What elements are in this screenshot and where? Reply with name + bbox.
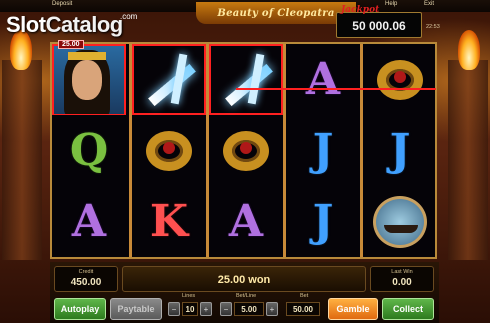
symbol-j: J — [312, 125, 334, 176]
credit-display: Credit 450.00 — [54, 266, 118, 292]
watermark-catalog: Catalog — [45, 12, 124, 37]
scarab-ring-icon — [377, 59, 423, 100]
paytable-button[interactable]: Paytable — [110, 298, 162, 320]
right-pillar — [448, 60, 488, 260]
cleopatra-icon — [54, 45, 124, 114]
reel-2: K — [129, 44, 206, 257]
watermark-slot: Slot — [6, 12, 46, 37]
symbol-q: Q — [69, 125, 109, 176]
lightning-wild-icon — [139, 50, 199, 110]
reel-cell — [363, 44, 437, 115]
jackpot-display: Jackpot 50 000.06 — [336, 5, 422, 38]
clock: 22:53 — [426, 24, 440, 30]
reel-cell: K — [132, 186, 206, 257]
lines-decrease-button[interactable]: − — [168, 302, 180, 316]
symbol-k: K — [149, 196, 189, 247]
deposit-link[interactable]: Deposit — [52, 1, 72, 7]
collect-button[interactable]: Collect — [382, 298, 434, 320]
reel-cell: J — [286, 115, 360, 186]
reel-cell: A — [286, 44, 360, 115]
line-win-chip: 25.00 — [58, 40, 84, 49]
game-title: Beauty of Cleopatra — [217, 8, 335, 19]
jackpot-value: 50 000.06 — [352, 19, 406, 33]
bet-per-line-increase-button[interactable]: + — [266, 302, 278, 316]
lines-value: 10 — [182, 302, 198, 316]
reel-cell — [52, 44, 126, 115]
reel-cell — [132, 44, 206, 115]
win-line — [236, 88, 436, 90]
reel-cell — [363, 186, 437, 257]
symbol-j: J — [312, 196, 334, 247]
reel-1: Q A — [52, 44, 126, 257]
symbol-a: A — [228, 196, 264, 247]
scarab-ring-icon — [146, 130, 192, 171]
watermark-com: .com — [120, 12, 138, 21]
lightning-wild-icon — [216, 50, 276, 110]
ship-icon — [373, 195, 427, 248]
bet-per-line-label: Bet/Line — [236, 293, 257, 299]
gamble-button[interactable]: Gamble — [328, 298, 378, 320]
last-win-label: Last Win — [391, 269, 413, 275]
help-link[interactable]: Help — [385, 1, 397, 7]
reel-cell: Q — [52, 115, 126, 186]
reel-cell — [209, 44, 283, 115]
message-display: 25.00 won — [122, 266, 366, 292]
jackpot-label: Jackpot — [341, 5, 380, 15]
last-win-value: 0.00 — [392, 277, 412, 288]
torch-icon — [458, 30, 480, 70]
reel-area: Q A K A A J J J — [50, 42, 437, 259]
win-message: 25.00 won — [217, 274, 271, 286]
reel-cell — [209, 115, 283, 186]
credit-value: 450.00 — [70, 277, 102, 288]
control-panel: Credit 450.00 25.00 won Last Win 0.00 Au… — [50, 262, 439, 323]
watermark: SlotCatalog — [6, 12, 123, 38]
left-pillar — [2, 60, 42, 260]
reel-cell: J — [363, 115, 437, 186]
reel-cell — [132, 115, 206, 186]
bet-value: 50.00 — [286, 302, 320, 316]
scarab-ring-icon — [223, 130, 269, 171]
lines-label: Lines — [182, 293, 196, 299]
game-logo: Beauty of Cleopatra — [196, 2, 356, 24]
symbol-a: A — [305, 54, 341, 105]
reel-3: A — [206, 44, 283, 257]
credit-label: Credit — [78, 269, 94, 275]
reel-cell: A — [209, 186, 283, 257]
reel-cell: A — [52, 186, 126, 257]
bet-label: Bet — [300, 293, 309, 299]
bet-per-line-decrease-button[interactable]: − — [220, 302, 232, 316]
symbol-j: J — [389, 125, 411, 176]
autoplay-button[interactable]: Autoplay — [54, 298, 106, 320]
symbol-a: A — [71, 196, 107, 247]
last-win-display: Last Win 0.00 — [370, 266, 434, 292]
lines-increase-button[interactable]: + — [200, 302, 212, 316]
reel-5: J — [360, 44, 434, 257]
reel-cell: J — [286, 186, 360, 257]
exit-link[interactable]: Exit — [424, 1, 434, 7]
reel-4: A J J — [283, 44, 357, 257]
bet-per-line-value: 5.00 — [234, 302, 264, 316]
